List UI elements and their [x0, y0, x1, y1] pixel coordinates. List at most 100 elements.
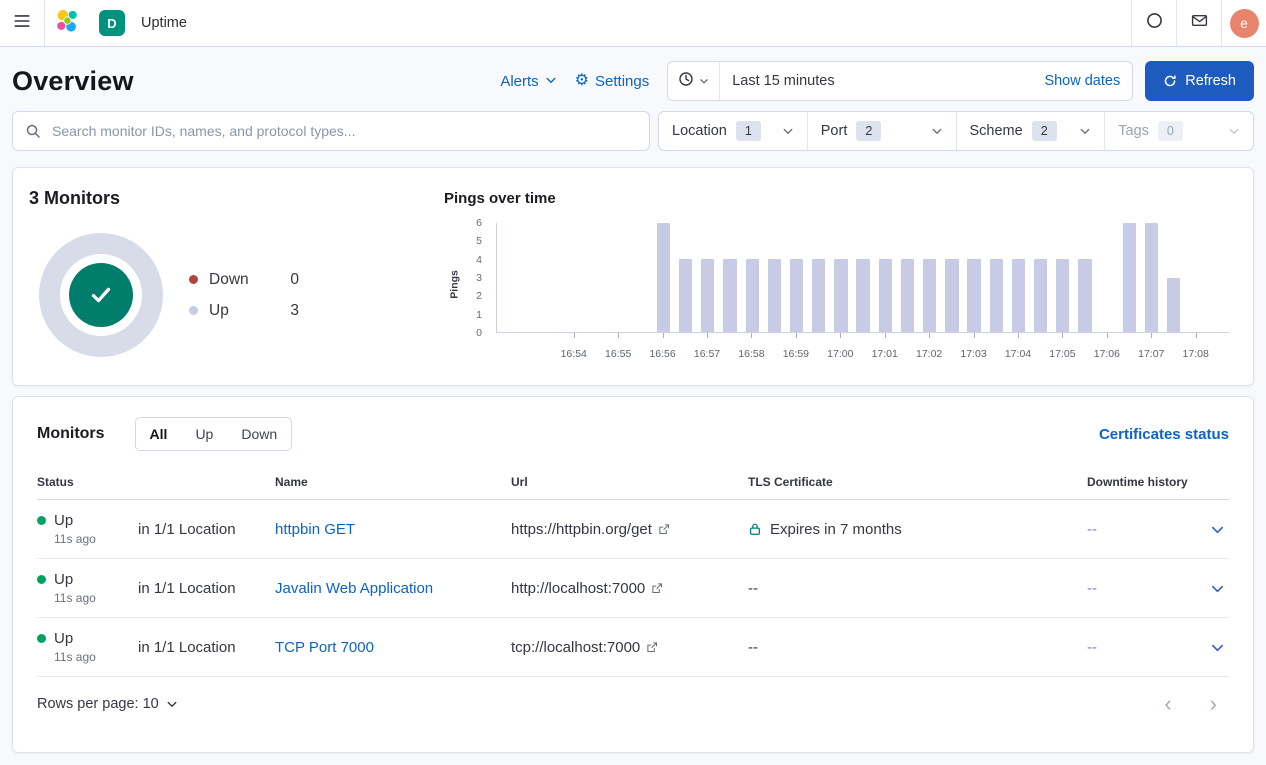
y-axis-label: Pings — [448, 270, 460, 299]
page-header: Overview Alerts ⚙ Settings — [12, 59, 1254, 103]
ping-bar-slot — [963, 223, 985, 332]
monitor-name-link[interactable]: httpbin GET — [275, 521, 355, 538]
ping-bar — [967, 259, 980, 332]
y-tick-label: 5 — [476, 235, 482, 247]
ping-bar — [1012, 259, 1025, 332]
ping-bar-slot — [785, 223, 807, 332]
tags-filter[interactable]: Tags 0 — [1105, 112, 1253, 150]
status-text: Up — [54, 571, 73, 588]
y-tick-label: 4 — [476, 254, 482, 266]
ping-bar — [1145, 223, 1158, 332]
uptime-app: D Uptime e Overview — [0, 0, 1266, 765]
monitors-panel: Monitors All Up Down Certificates status… — [12, 396, 1254, 753]
external-link-icon[interactable] — [646, 641, 658, 653]
legend-item-up: Up 3 — [189, 302, 299, 320]
filter-label: Location — [672, 123, 727, 139]
ping-bar-slot — [1163, 223, 1185, 332]
ping-bar-slot — [1074, 223, 1096, 332]
x-tick-label: 17:08 — [1183, 348, 1209, 360]
space-badge[interactable]: D — [99, 10, 125, 36]
legend-value: 0 — [290, 271, 299, 289]
status-text: Up — [54, 512, 73, 529]
x-tick-label: 16:59 — [783, 348, 809, 360]
quick-select-button[interactable] — [668, 62, 720, 100]
elastic-logo-icon — [54, 8, 80, 39]
monitor-name-link[interactable]: Javalin Web Application — [275, 580, 433, 597]
ping-bar — [990, 259, 1003, 332]
alerts-dropdown[interactable]: Alerts — [500, 73, 556, 90]
show-dates-button[interactable]: Show dates — [1032, 73, 1132, 89]
monitors-table: Status Name Url TLS Certificate Downtime… — [37, 471, 1229, 677]
ping-bar-slot — [874, 223, 896, 332]
legend-label: Up — [209, 302, 229, 320]
x-tick-label: 17:00 — [827, 348, 853, 360]
downtime-history: -- — [1044, 580, 1191, 597]
x-tick-label: 17:07 — [1138, 348, 1164, 360]
time-range-button[interactable]: Last 15 minutes — [720, 73, 1032, 89]
ping-bar-slot — [1185, 223, 1207, 332]
next-page-button[interactable]: › — [1202, 693, 1225, 715]
expand-row-button[interactable] — [1206, 518, 1229, 541]
refresh-label: Refresh — [1185, 73, 1236, 89]
onboarding-progress-button[interactable] — [1132, 0, 1176, 46]
ping-bar-slot — [697, 223, 719, 332]
y-tick-label: 2 — [476, 290, 482, 302]
filter-count-badge: 0 — [1158, 121, 1183, 141]
user-avatar: e — [1230, 9, 1259, 38]
column-header-url: Url — [511, 475, 748, 489]
tab-all[interactable]: All — [136, 418, 182, 450]
snapshot-panel: 3 Monitors Down 0 — [12, 167, 1254, 386]
legend-item-down: Down 0 — [189, 271, 299, 289]
location-filter[interactable]: Location 1 — [659, 112, 808, 150]
filter-label: Scheme — [970, 123, 1023, 139]
search-input[interactable] — [50, 122, 637, 140]
legend-value: 3 — [290, 302, 299, 320]
settings-button[interactable]: ⚙ Settings — [575, 73, 650, 90]
tls-expiry-text: Expires in 7 months — [770, 521, 902, 538]
pagination: ‹ › — [1156, 693, 1229, 715]
newsfeed-button[interactable] — [1177, 0, 1221, 46]
port-filter[interactable]: Port 2 — [808, 112, 957, 150]
tab-down[interactable]: Down — [227, 418, 291, 450]
all-up-indicator — [69, 263, 133, 327]
menu-button[interactable] — [0, 0, 44, 46]
y-tick-label: 6 — [476, 217, 482, 229]
scheme-filter[interactable]: Scheme 2 — [957, 112, 1106, 150]
ping-bar — [679, 259, 692, 332]
ping-bar — [834, 259, 847, 332]
monitor-url: tcp://localhost:7000 — [511, 639, 640, 656]
filter-count-badge: 2 — [1032, 121, 1057, 141]
alerts-label: Alerts — [500, 73, 538, 90]
chevron-down-icon — [699, 76, 709, 86]
expand-row-button[interactable] — [1206, 577, 1229, 600]
user-menu-button[interactable]: e — [1222, 0, 1266, 46]
status-up-dot — [37, 516, 46, 525]
external-link-icon[interactable] — [658, 523, 670, 535]
y-tick-label: 1 — [476, 309, 482, 321]
monitors-title: Monitors — [37, 425, 105, 443]
previous-page-button[interactable]: ‹ — [1156, 693, 1179, 715]
refresh-button[interactable]: Refresh — [1145, 61, 1254, 101]
settings-label: Settings — [595, 73, 649, 90]
ping-bar-slot — [985, 223, 1007, 332]
lock-icon — [748, 522, 762, 536]
external-link-icon[interactable] — [651, 582, 663, 594]
expand-row-button[interactable] — [1206, 636, 1229, 659]
ping-bar-slot — [497, 223, 519, 332]
ping-bar — [723, 259, 736, 332]
status-text: Up — [54, 630, 73, 647]
ping-bar-slot — [1007, 223, 1029, 332]
ping-bar-slot — [675, 223, 697, 332]
x-axis-tickmarks — [496, 333, 1229, 338]
elastic-home-button[interactable] — [45, 0, 89, 46]
table-row: Up 11s ago in 1/1 Location Javalin Web A… — [37, 559, 1229, 618]
x-tick-mark — [574, 333, 575, 338]
rows-per-page-button[interactable]: Rows per page: 10 — [37, 696, 178, 712]
pings-plot — [496, 223, 1229, 333]
chevron-down-icon — [545, 73, 557, 90]
chart-title: Pings over time — [444, 190, 1237, 207]
certificates-status-link[interactable]: Certificates status — [1099, 426, 1229, 443]
ping-bar-slot — [1030, 223, 1052, 332]
monitor-name-link[interactable]: TCP Port 7000 — [275, 639, 374, 656]
tab-up[interactable]: Up — [181, 418, 227, 450]
